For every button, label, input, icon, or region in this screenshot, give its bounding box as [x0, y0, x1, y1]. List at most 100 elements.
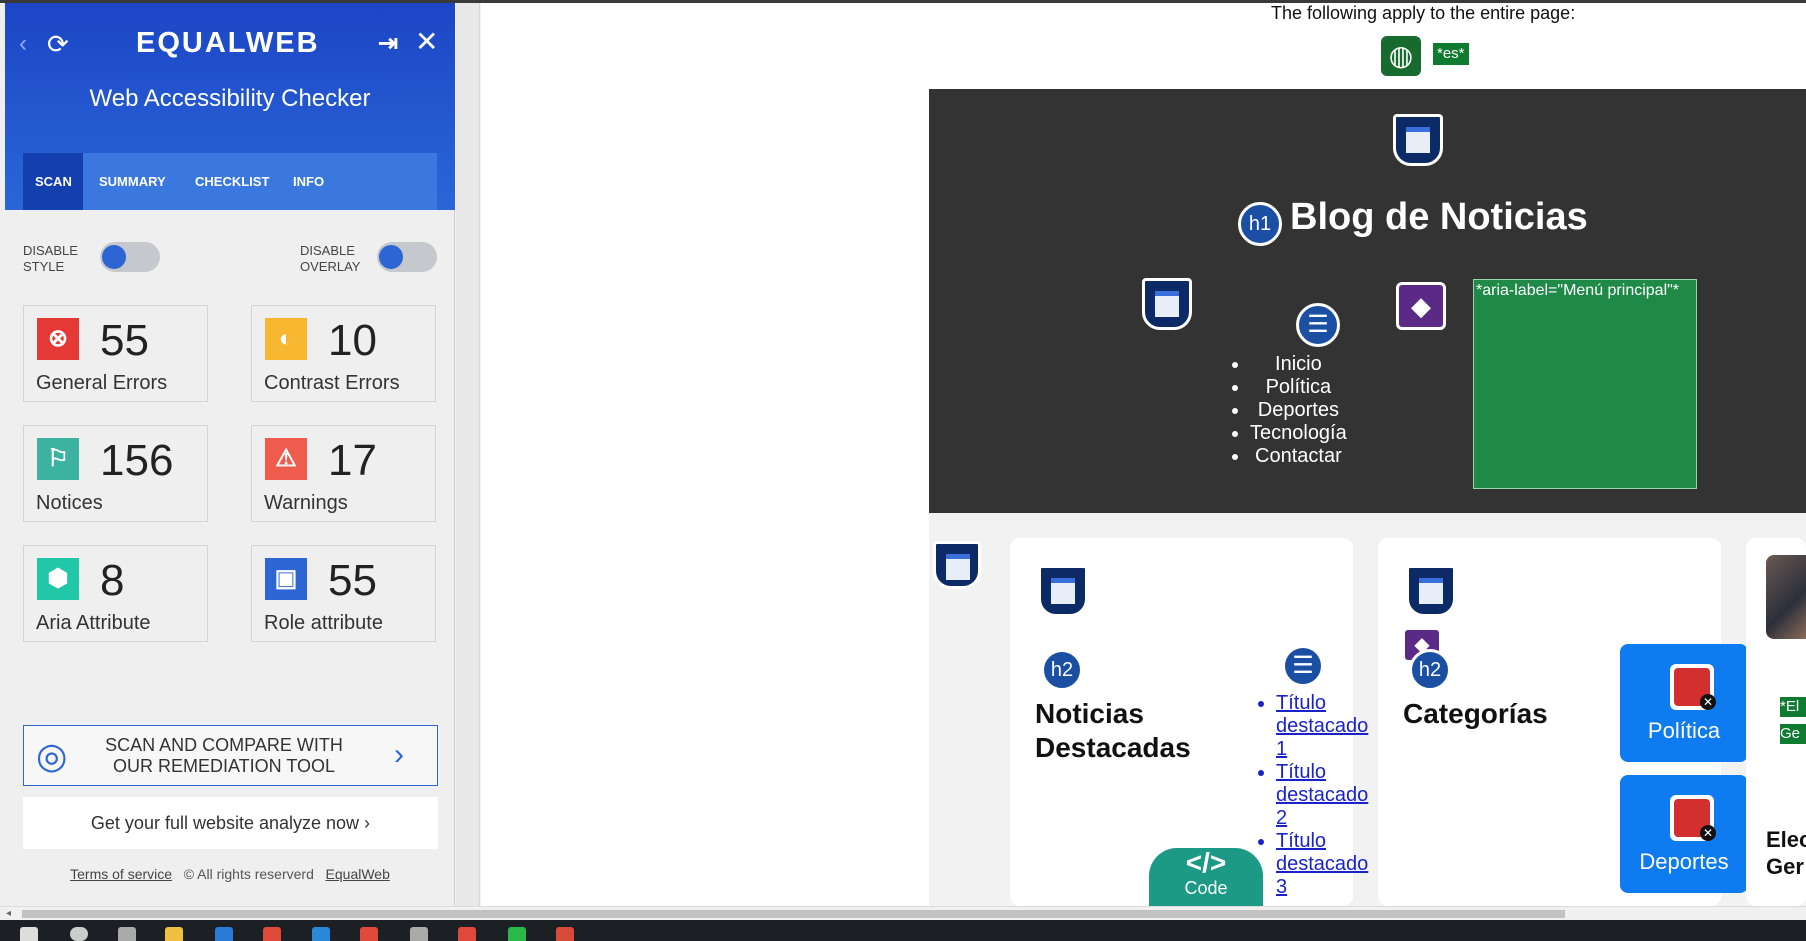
vscode-icon[interactable]	[312, 927, 330, 941]
edge-tag: Ge	[1780, 724, 1806, 744]
contrast-icon: ◐	[265, 318, 307, 360]
aria-attribute-label: Aria Attribute	[36, 612, 151, 634]
general-errors-card[interactable]: ⊗ 55 General Errors	[23, 305, 208, 402]
section-landmark-icon	[1038, 565, 1088, 617]
code-label: Code	[1184, 878, 1228, 898]
menu-item[interactable]: Contactar	[1250, 445, 1347, 468]
disable-style-label: DISABLE STYLE	[23, 243, 78, 274]
windows-icon[interactable]	[20, 927, 38, 941]
app-icon[interactable]	[556, 927, 574, 941]
screen: ‹ ⟳ EQUALWEB ⇥ ✕ Web Accessibility Check…	[0, 0, 1806, 941]
tab-checklist[interactable]: CHECKLIST	[183, 153, 281, 210]
main-menu: Inicio Política Deportes Tecnología Cont…	[1250, 353, 1347, 468]
h2-badge: h2	[1409, 649, 1451, 691]
flag-icon: ⚐	[37, 438, 79, 480]
rights-text: © All rights reserverd	[183, 866, 314, 882]
featured-link[interactable]: Títulodestacado3	[1276, 830, 1368, 899]
dock-panel-icon[interactable]: ⇥	[378, 29, 398, 58]
category-politica-button[interactable]: ✕ Política	[1620, 644, 1748, 762]
aria-label-box: *aria-label="Menú principal"*	[1473, 279, 1697, 489]
accessibility-panel: ‹ ⟳ EQUALWEB ⇥ ✕ Web Accessibility Check…	[0, 3, 455, 906]
scan-compare-button[interactable]: ◎ SCAN AND COMPARE WITH OUR REMEDIATION …	[23, 725, 438, 786]
news-thumbnail	[1766, 555, 1806, 639]
equalweb-logo: EQUALWEB	[136, 27, 320, 59]
main-landmark-icon	[933, 541, 981, 589]
warnings-card[interactable]: ⚠ 17 Warnings	[251, 425, 436, 522]
store-icon[interactable]	[215, 927, 233, 941]
terms-link[interactable]: Terms of service	[70, 866, 172, 882]
aria-attribute-card[interactable]: ⬢ 8 Aria Attribute	[23, 545, 208, 642]
app-icon[interactable]	[410, 927, 428, 941]
chrome-icon[interactable]	[458, 927, 476, 941]
tab-bar: SCAN SUMMARY CHECKLIST INFO	[23, 153, 437, 210]
task-view-icon[interactable]	[118, 927, 136, 941]
equalweb-link[interactable]: EqualWeb	[326, 866, 390, 882]
warning-icon: ⚠	[265, 438, 307, 480]
disable-style-toggle[interactable]	[100, 242, 160, 272]
taskbar	[0, 920, 1806, 941]
back-chevron-icon[interactable]: ‹	[19, 30, 27, 58]
section-landmark-icon	[1406, 565, 1456, 617]
notices-card[interactable]: ⚐ 156 Notices	[23, 425, 208, 522]
page-title: Blog de Noticias	[1290, 196, 1588, 238]
notices-label: Notices	[36, 492, 103, 514]
featured-link[interactable]: Títulodestacado2	[1276, 761, 1368, 830]
disable-overlay-toggle[interactable]	[377, 242, 437, 272]
horizontal-scrollbar[interactable]: ◂	[0, 906, 1806, 920]
list-icon: ☰	[1296, 303, 1340, 347]
refresh-icon[interactable]: ⟳	[47, 29, 69, 60]
toggle-knob	[379, 245, 403, 269]
lang-tag: *es*	[1433, 43, 1469, 65]
header-landmark-icon	[1393, 114, 1443, 166]
list-icon: ☰	[1282, 645, 1324, 687]
side-strip	[456, 3, 480, 906]
categories-title: Categorías	[1403, 698, 1548, 729]
menu-item[interactable]: Inicio	[1250, 353, 1347, 376]
globe-icon: ◍	[1381, 36, 1421, 76]
chevron-right-icon: ›	[394, 738, 404, 771]
category-deportes-button[interactable]: ✕ Deportes	[1620, 775, 1748, 893]
contrast-errors-card[interactable]: ◐ 10 Contrast Errors	[251, 305, 436, 402]
search-icon[interactable]	[70, 927, 88, 941]
general-errors-count: 55	[100, 316, 149, 365]
panel-footer: Terms of service © All rights reserverd …	[5, 866, 455, 882]
folder-icon[interactable]	[165, 927, 183, 941]
menu-item[interactable]: Deportes	[1250, 399, 1347, 422]
tab-summary[interactable]: SUMMARY	[87, 153, 178, 210]
blank-area	[481, 3, 929, 906]
analyze-website-link[interactable]: Get your full website analyze now ›	[23, 797, 438, 849]
code-icon: </>	[1185, 847, 1227, 878]
menu-item[interactable]: Política	[1250, 376, 1347, 399]
tag-icon: ◆	[1396, 282, 1446, 330]
contrast-errors-label: Contrast Errors	[264, 372, 400, 394]
target-icon: ◎	[36, 735, 68, 776]
featured-link[interactable]: Títulodestacado1	[1276, 692, 1368, 761]
disable-overlay-label: DISABLE OVERLAY	[300, 243, 361, 274]
chrome-icon[interactable]	[360, 927, 378, 941]
role-attribute-card[interactable]: ▣ 55 Role attribute	[251, 545, 436, 642]
apply-text: The following apply to the entire page:	[1271, 3, 1576, 23]
notices-count: 156	[100, 436, 174, 485]
record-icon: ✕	[1670, 795, 1716, 841]
close-icon[interactable]: ✕	[415, 25, 438, 58]
menu-item[interactable]: Tecnología	[1250, 422, 1347, 445]
edge-tag: *El	[1780, 697, 1806, 717]
cube-icon: ⬢	[37, 558, 79, 600]
contrast-errors-count: 10	[328, 316, 377, 365]
chrome-icon[interactable]	[263, 927, 281, 941]
warnings-count: 17	[328, 436, 377, 485]
h1-badge: h1	[1238, 202, 1282, 246]
scroll-thumb[interactable]	[22, 910, 1565, 918]
role-attribute-count: 55	[328, 556, 377, 605]
aria-attribute-count: 8	[100, 556, 125, 605]
record-icon: ✕	[1670, 664, 1716, 710]
code-badge[interactable]: </> Code	[1149, 848, 1263, 906]
tab-info[interactable]: INFO	[281, 153, 336, 210]
scan-compare-label: SCAN AND COMPARE WITH OUR REMEDIATION TO…	[105, 735, 343, 776]
section-title: Noticias Destacadas	[1035, 698, 1191, 763]
scroll-left-icon[interactable]: ◂	[6, 908, 11, 919]
whatsapp-icon[interactable]	[508, 927, 526, 941]
badge-icon: ▣	[265, 558, 307, 600]
warnings-label: Warnings	[264, 492, 348, 514]
tab-scan[interactable]: SCAN	[23, 153, 83, 210]
